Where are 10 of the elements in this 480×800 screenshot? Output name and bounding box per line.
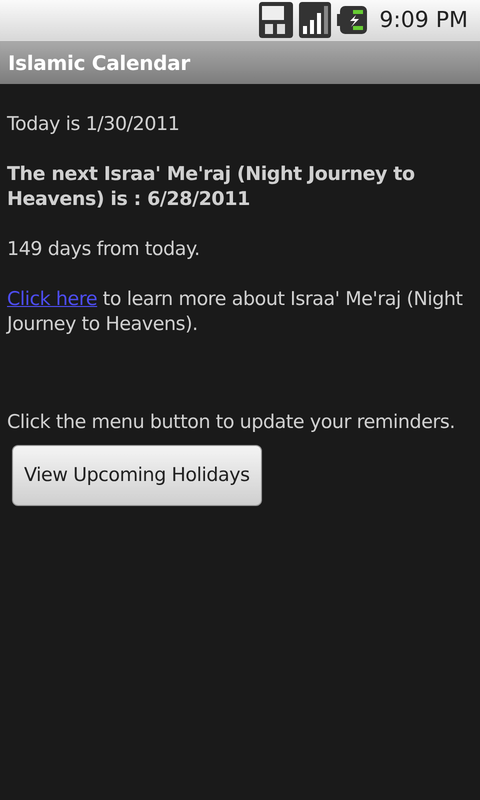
battery-charging-icon <box>337 6 368 34</box>
window-title: Islamic Calendar <box>8 50 190 76</box>
today-date-text: Today is 1/30/2011 <box>7 112 180 137</box>
status-time: 9:09 PM <box>379 6 468 34</box>
more-info-text: Click here to learn more about Israa' Me'raj (Night Journey to Heavens). <box>7 286 464 338</box>
countdown-text: 149 days from today. <box>7 236 201 262</box>
signal-icon <box>299 2 332 38</box>
view-holidays-button[interactable]: View Upcoming Holidays <box>12 445 262 506</box>
hint-text: Click the menu button to update your reminders. <box>7 410 456 435</box>
next-event-text: The next Israa' Me'raj (Night Journey to Heavens) is : 6/28/2011 <box>7 162 416 212</box>
